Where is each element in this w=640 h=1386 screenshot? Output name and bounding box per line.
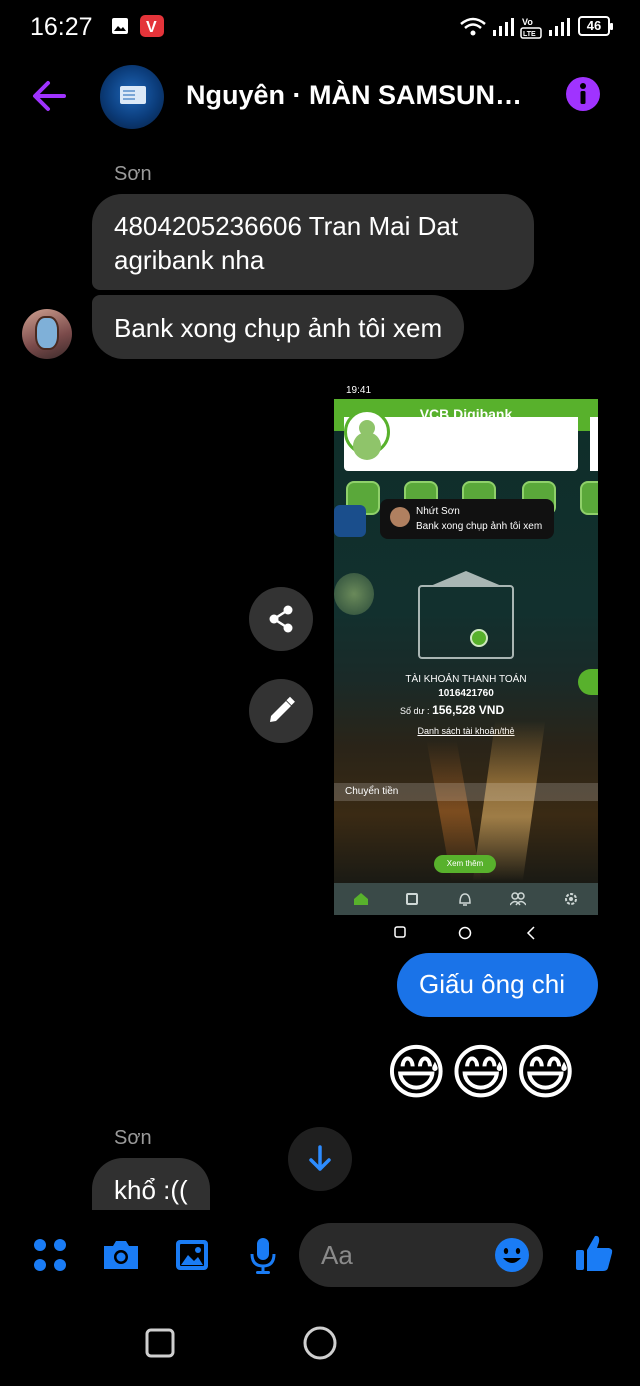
message-bubble[interactable]: Bank xong chụp ảnh tôi xem bbox=[92, 295, 465, 359]
status-bar: 16:27 V Vo LTE 46 bbox=[0, 0, 640, 54]
screenshot-chathead bbox=[334, 505, 366, 537]
shared-screenshot-image[interactable]: 19:41 VCB Digibank Nhứt Sơn Bank xong ch… bbox=[334, 381, 598, 947]
gallery-notification-icon bbox=[112, 18, 128, 34]
microphone-icon bbox=[250, 1238, 276, 1274]
balance-value: 156,528 VND bbox=[432, 703, 505, 717]
bell-icon bbox=[459, 893, 471, 906]
account-list-link: Danh sách tài khoản/thẻ bbox=[417, 726, 515, 736]
home-circle-icon bbox=[458, 926, 472, 940]
people-icon bbox=[510, 892, 526, 906]
status-time: 16:27 bbox=[30, 13, 93, 41]
gallery-button[interactable] bbox=[174, 1238, 210, 1277]
home-icon bbox=[354, 893, 368, 905]
balance-label: Số dư : bbox=[400, 706, 430, 716]
box-icon bbox=[406, 893, 418, 905]
screenshot-profile-icon bbox=[344, 409, 390, 455]
sender-name: Sơn bbox=[114, 1127, 152, 1149]
account-number: 1016421760 bbox=[438, 688, 494, 699]
thumbs-up-icon bbox=[576, 1235, 613, 1271]
notification-name: Nhứt Sơn bbox=[416, 506, 460, 517]
recent-apps-icon[interactable] bbox=[145, 1328, 175, 1358]
notification-text: Bank xong chụp ảnh tôi xem bbox=[416, 521, 543, 532]
share-button[interactable] bbox=[249, 587, 313, 651]
signal-2-icon bbox=[549, 18, 570, 36]
screenshot-chathead-2 bbox=[334, 573, 374, 615]
volte-icon: Vo LTE bbox=[520, 17, 542, 39]
message-bubble[interactable]: 4804205236606 Tran Mai Dat agribank nha bbox=[92, 194, 534, 290]
info-button[interactable] bbox=[566, 77, 600, 111]
screenshot-body: Nhứt Sơn Bank xong chụp ảnh tôi xem TÀI … bbox=[334, 409, 598, 883]
screenshot-status-bar: 19:41 bbox=[334, 381, 598, 399]
sender-avatar[interactable] bbox=[22, 309, 72, 359]
transfer-label: Chuyển tiền bbox=[345, 786, 399, 797]
conversation-header: Nguyên · MÀN SAMSUNG... bbox=[0, 60, 640, 130]
arrow-left-icon bbox=[33, 81, 66, 111]
screenshot-quick-icon bbox=[580, 481, 598, 515]
account-label: TÀI KHOẢN THANH TOÁN bbox=[405, 674, 527, 685]
emoji-icon[interactable] bbox=[493, 1236, 531, 1274]
balance-row: Số dư : 156,528 VND bbox=[400, 703, 504, 717]
settings-icon bbox=[565, 893, 577, 905]
back-chevron-icon bbox=[526, 926, 535, 940]
sender-name: Sơn bbox=[114, 163, 152, 185]
scroll-to-bottom-button[interactable] bbox=[288, 1127, 352, 1191]
screenshot-card-edge bbox=[590, 417, 598, 471]
transfer-bar: Chuyển tiền bbox=[334, 783, 598, 801]
screenshot-time: 19:41 bbox=[346, 385, 372, 396]
image-icon bbox=[176, 1240, 208, 1270]
screenshot-tab-bar bbox=[334, 883, 598, 915]
share-icon bbox=[269, 605, 293, 633]
like-button[interactable] bbox=[574, 1232, 614, 1279]
message-input[interactable]: Aa bbox=[299, 1223, 543, 1287]
camera-icon bbox=[104, 1241, 138, 1269]
back-button[interactable] bbox=[28, 76, 72, 116]
more-button: Xem thêm bbox=[434, 855, 496, 873]
recents-icon bbox=[394, 926, 406, 938]
more-actions-button[interactable] bbox=[33, 1238, 67, 1277]
home-icon[interactable] bbox=[302, 1325, 338, 1361]
battery-icon: 46 bbox=[578, 16, 613, 36]
group-avatar[interactable] bbox=[100, 65, 164, 129]
bank-illustration bbox=[418, 571, 514, 659]
info-icon bbox=[580, 83, 586, 104]
conversation-title[interactable]: Nguyên · MÀN SAMSUNG... bbox=[186, 80, 536, 111]
screenshot-nav-bar bbox=[334, 915, 598, 947]
camera-button[interactable] bbox=[101, 1238, 141, 1277]
message-input-placeholder: Aa bbox=[321, 1240, 353, 1270]
coin-icon bbox=[470, 629, 488, 647]
svg-text:Vo: Vo bbox=[522, 17, 533, 27]
my-message-bubble[interactable]: Giấu ông chi bbox=[397, 953, 598, 1017]
message-composer: Aa bbox=[0, 1210, 640, 1306]
edit-button[interactable] bbox=[249, 679, 313, 743]
emoji-message[interactable]: 😅😅😅 bbox=[385, 1038, 579, 1108]
pencil-icon bbox=[270, 696, 295, 722]
system-navigation-bar bbox=[0, 1306, 640, 1386]
svg-text:LTE: LTE bbox=[523, 31, 536, 38]
arrow-down-icon bbox=[309, 1145, 331, 1171]
wifi-icon bbox=[460, 17, 486, 36]
vivaldi-notification-icon: V bbox=[140, 15, 164, 37]
voice-button[interactable] bbox=[248, 1236, 278, 1281]
signal-icon bbox=[493, 18, 514, 36]
svg-text:V: V bbox=[146, 19, 157, 36]
screenshot-notification: Nhứt Sơn Bank xong chụp ảnh tôi xem bbox=[380, 499, 554, 539]
grid-dots-icon bbox=[34, 1239, 66, 1271]
